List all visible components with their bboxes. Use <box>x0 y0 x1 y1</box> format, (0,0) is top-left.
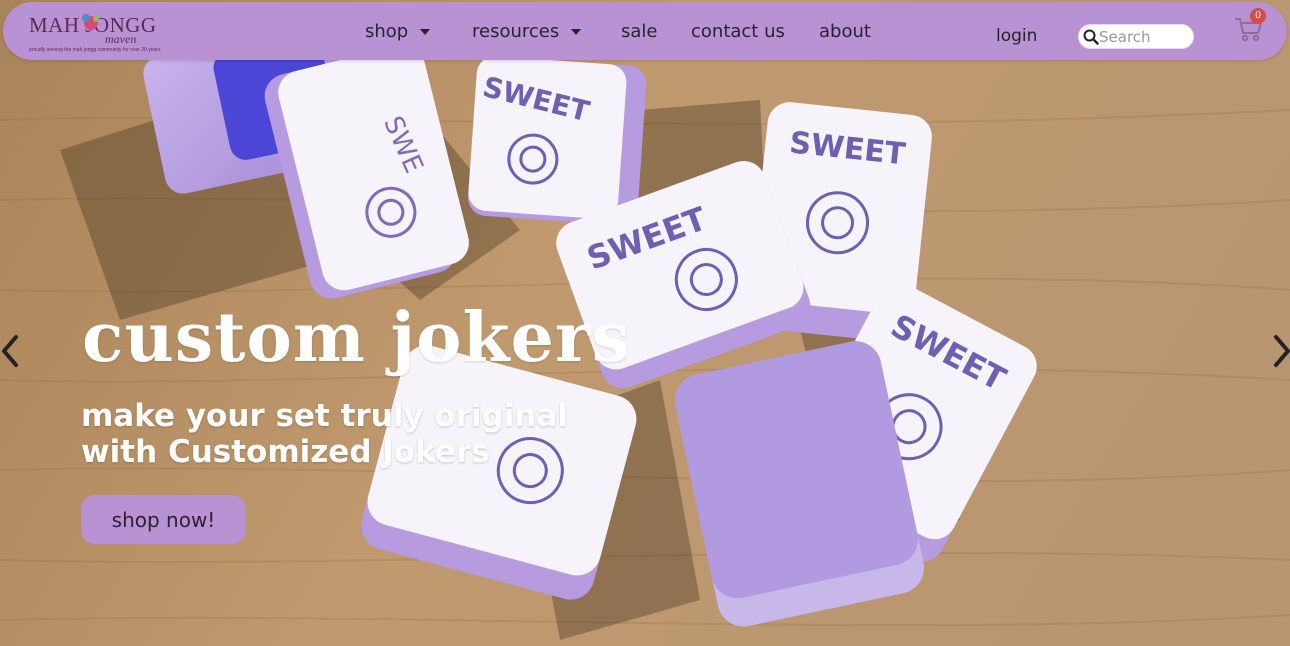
site-logo[interactable]: MAH JONGG maven proudly serving the mah … <box>27 10 187 58</box>
search-input[interactable] <box>1099 27 1191 47</box>
cart-count-badge: 0 <box>1250 8 1266 24</box>
chevron-right-icon[interactable] <box>1272 334 1290 368</box>
nav-resources[interactable]: resources <box>472 21 582 42</box>
nav-label: contact us <box>691 21 785 42</box>
cart-button[interactable]: 0 <box>1233 8 1266 45</box>
caret-down-icon <box>571 29 582 35</box>
nav-about[interactable]: about <box>819 21 871 42</box>
nav-sale[interactable]: sale <box>621 21 657 42</box>
top-navbar: MAH JONGG maven proudly serving the mah … <box>3 2 1287 60</box>
nav-shop[interactable]: shop <box>365 21 431 42</box>
nav-contact-us[interactable]: contact us <box>691 21 785 42</box>
logo-flower-icon <box>82 14 99 30</box>
search-icon[interactable] <box>1083 29 1099 45</box>
chevron-left-icon[interactable] <box>0 334 20 368</box>
logo-tagline: proudly serving the mah jongg community … <box>29 47 161 53</box>
hero-headline: custom jokers <box>82 298 631 378</box>
nav-label: resources <box>472 21 560 42</box>
caret-down-icon <box>420 29 431 35</box>
nav-label: shop <box>365 21 409 42</box>
search-box <box>1078 24 1194 49</box>
nav-label: sale <box>621 21 658 42</box>
nav-label: about <box>819 21 871 42</box>
logo-subword: maven <box>105 32 137 46</box>
login-link[interactable]: login <box>996 26 1037 46</box>
hero-subheadline: make your set truly original with Custom… <box>81 398 569 470</box>
shop-now-button[interactable]: shop now! <box>81 495 246 544</box>
